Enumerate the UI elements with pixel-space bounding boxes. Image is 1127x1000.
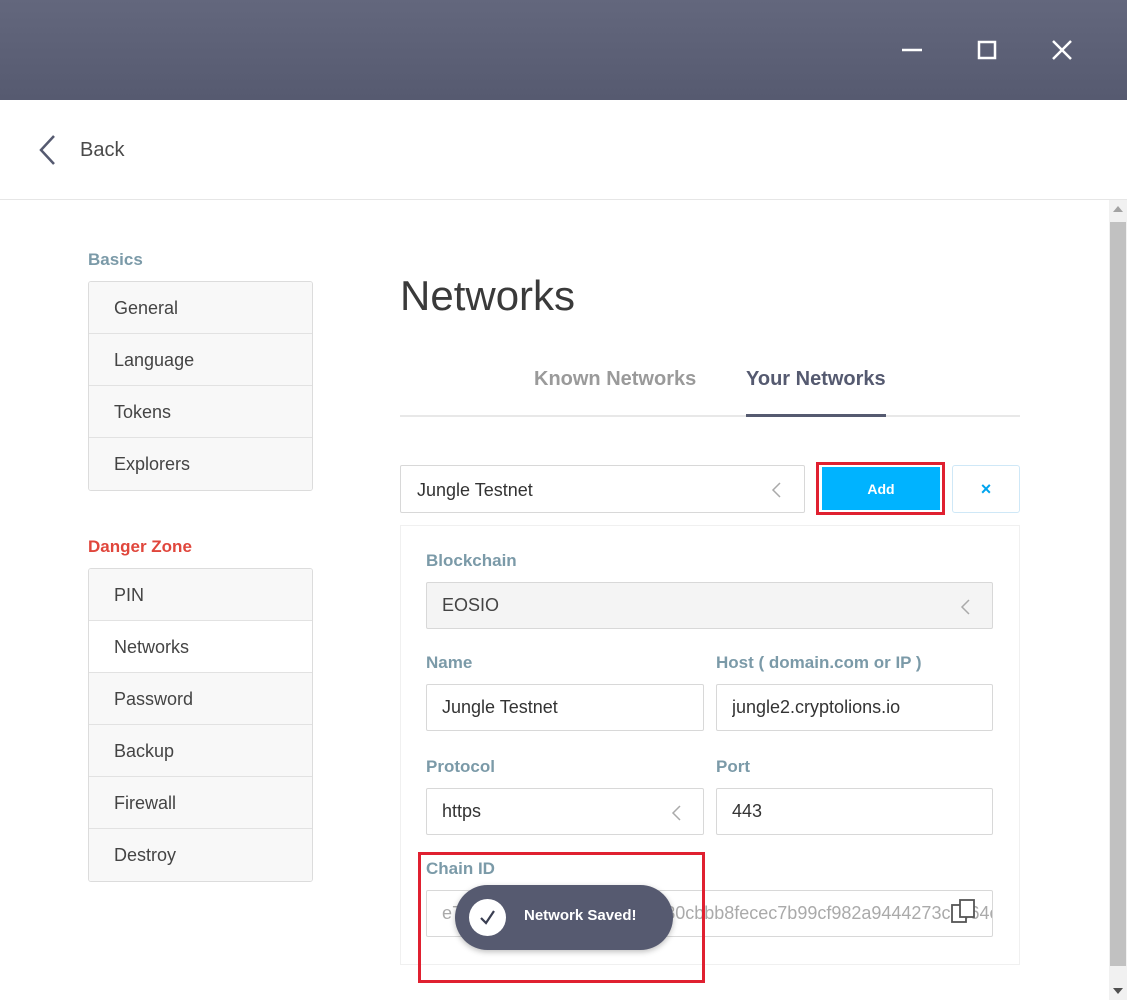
port-label: Port (716, 757, 750, 776)
danger-zone-heading: Danger Zone (88, 537, 192, 556)
network-select[interactable]: Jungle Testnet (400, 465, 805, 513)
protocol-label: Protocol (426, 757, 495, 776)
sidebar-item-backup[interactable]: Backup (89, 725, 312, 777)
basics-menu: General Language Tokens Explorers (88, 281, 313, 491)
maximize-button[interactable] (967, 30, 1007, 70)
tabs-divider (400, 415, 1020, 417)
scroll-up-icon[interactable] (1109, 200, 1127, 218)
chevron-left-icon (960, 599, 970, 615)
host-input[interactable] (716, 684, 993, 731)
back-bar: Back (0, 100, 1127, 200)
sidebar-item-password[interactable]: Password (89, 673, 312, 725)
chevron-left-icon (771, 482, 781, 498)
protocol-select[interactable]: https (426, 788, 704, 835)
name-input[interactable] (426, 684, 704, 731)
host-label: Host ( domain.com or IP ) (716, 653, 922, 672)
page-title: Networks (400, 272, 576, 319)
network-saved-toast: Network Saved! (455, 885, 673, 950)
close-icon (1052, 40, 1072, 60)
check-circle (469, 899, 506, 936)
chevron-left-icon (39, 135, 55, 165)
scrollbar-thumb[interactable] (1110, 222, 1126, 966)
back-label: Back (80, 138, 125, 161)
sidebar-item-explorers[interactable]: Explorers (89, 438, 312, 490)
sidebar-item-networks[interactable]: Networks (89, 621, 312, 673)
name-label: Name (426, 653, 473, 672)
blockchain-label: Blockchain (426, 551, 517, 570)
scrollbar[interactable] (1109, 200, 1127, 1000)
sidebar-item-destroy[interactable]: Destroy (89, 829, 312, 881)
blockchain-value: EOSIO (442, 595, 500, 615)
maximize-icon (977, 40, 997, 60)
sidebar-item-general[interactable]: General (89, 282, 312, 334)
back-button[interactable]: Back (36, 133, 124, 167)
chevron-left-icon (671, 805, 681, 821)
copy-icon[interactable] (950, 897, 978, 925)
add-button[interactable]: Add (822, 467, 940, 510)
basics-heading: Basics (88, 250, 143, 269)
remove-network-button[interactable]: × (952, 465, 1020, 513)
danger-zone-menu: PIN Networks Password Backup Firewall De… (88, 568, 313, 882)
network-select-value: Jungle Testnet (417, 480, 533, 500)
sidebar-item-pin[interactable]: PIN (89, 569, 312, 621)
minimize-icon (902, 48, 922, 52)
window-titlebar (0, 0, 1127, 100)
sidebar-item-tokens[interactable]: Tokens (89, 386, 312, 438)
tab-known-networks[interactable]: Known Networks (534, 368, 696, 417)
protocol-value: https (442, 801, 482, 821)
sidebar-item-firewall[interactable]: Firewall (89, 777, 312, 829)
minimize-button[interactable] (892, 30, 932, 70)
scroll-down-icon[interactable] (1109, 982, 1127, 1000)
tab-your-networks[interactable]: Your Networks (746, 368, 886, 417)
sidebar-item-language[interactable]: Language (89, 334, 312, 386)
blockchain-select[interactable]: EOSIO (426, 582, 993, 629)
checkmark-icon (480, 910, 495, 925)
toast-message: Network Saved! (524, 907, 637, 924)
close-button[interactable] (1042, 30, 1082, 70)
port-input[interactable] (716, 788, 993, 835)
